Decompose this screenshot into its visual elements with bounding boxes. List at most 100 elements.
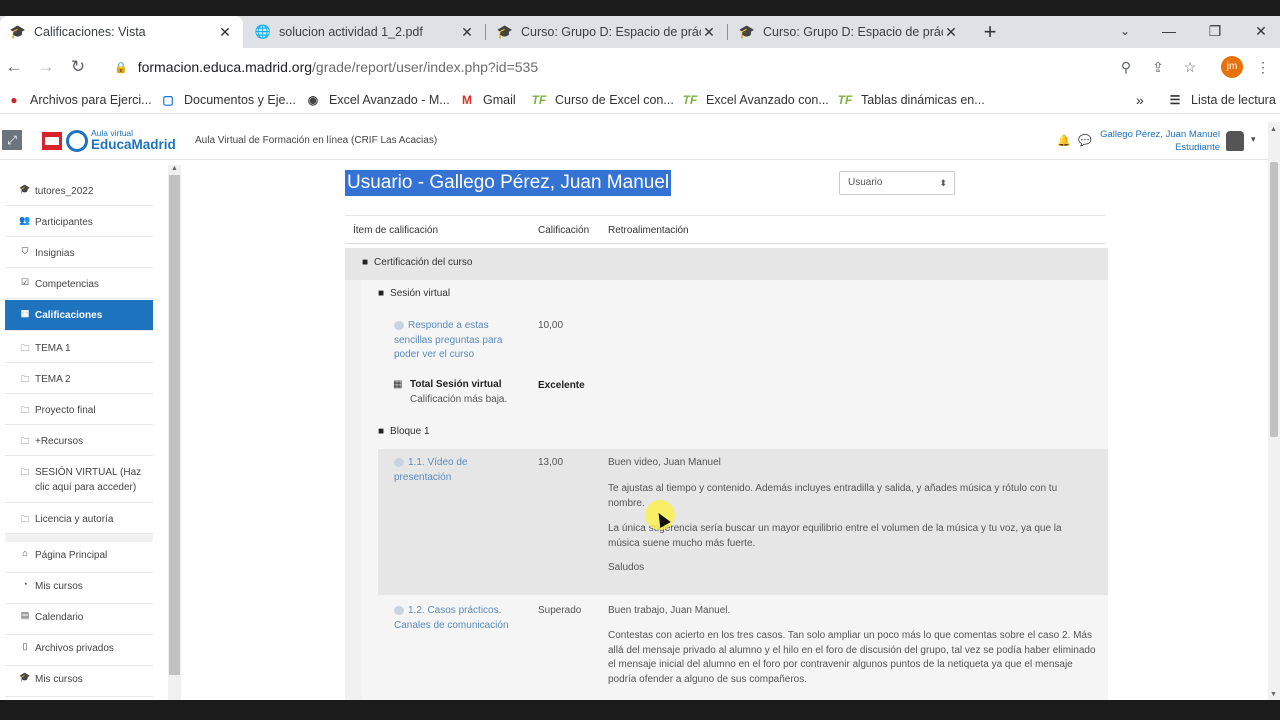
category-total-note: Calificación más baja. bbox=[410, 394, 508, 405]
column-header-item: Ítem de calificación bbox=[353, 225, 439, 236]
graduation-cap-icon: 🎓 bbox=[19, 184, 31, 194]
caret-down-icon[interactable]: ▾ bbox=[1251, 134, 1256, 145]
sidebar-item-label: TEMA 1 bbox=[35, 343, 71, 354]
bookmark-archivos[interactable]: ● Archivos para Ejerci... bbox=[6, 86, 151, 114]
sidebar-item-insignias[interactable]: ⛉ Insignias bbox=[5, 237, 153, 268]
file-icon: ▯ bbox=[22, 641, 28, 651]
close-window-button[interactable]: ✕ bbox=[1238, 16, 1280, 46]
bookmark-excel-avanzado[interactable]: ◉ Excel Avanzado - M... bbox=[305, 86, 450, 114]
sidebar-item-calendario[interactable]: ▤ Calendario bbox=[5, 604, 153, 635]
feedback-line: Buen video, Juan Manuel bbox=[608, 457, 721, 468]
bookmark-excel-avanzado-con[interactable]: TF Excel Avanzado con... bbox=[682, 86, 829, 114]
sidebar-item-sesion-virtual[interactable]: 🗀 SESIÓN VIRTUAL (Haz clic aquí para acc… bbox=[5, 456, 153, 503]
grade-item-link[interactable]: Responde a estas sencillas preguntas par… bbox=[394, 319, 519, 363]
sidebar-item-tema-1[interactable]: 🗀 TEMA 1 bbox=[5, 332, 153, 363]
globe-icon: ◉ bbox=[307, 93, 319, 107]
grade-item-link[interactable]: 1.1. Vídeo de presentación bbox=[394, 456, 504, 485]
more-bookmarks-button[interactable]: » bbox=[1136, 86, 1144, 114]
url-field[interactable]: 🔒 formacion.educa.madrid.org/grade/repor… bbox=[102, 53, 1152, 81]
share-icon[interactable]: ⇪ bbox=[1147, 56, 1169, 78]
sidebar-item-tutores[interactable]: 🎓 tutores_2022 bbox=[5, 175, 153, 206]
close-icon[interactable]: ✕ bbox=[459, 24, 475, 41]
bookmark-documentos[interactable]: ▢ Documentos y Eje... bbox=[160, 86, 296, 114]
user-avatar[interactable] bbox=[1226, 131, 1244, 151]
sidebar-item-proyecto-final[interactable]: 🗀 Proyecto final bbox=[5, 394, 153, 425]
feedback-line: Buen trabajo, Juan Manuel. bbox=[608, 605, 731, 616]
bookmark-curso-excel[interactable]: TF Curso de Excel con... bbox=[531, 86, 674, 114]
sidebar-divider bbox=[5, 534, 153, 542]
user-menu[interactable]: Gallego Pérez, Juan Manuel Estudiante bbox=[1100, 128, 1220, 154]
grade-item-link[interactable]: 1.2. Casos prácticos. Canales de comunic… bbox=[394, 604, 519, 633]
moodle-hat-icon: 🎓 bbox=[496, 24, 514, 39]
bell-icon[interactable]: 🔔 bbox=[1057, 134, 1071, 147]
view-select[interactable]: Usuario ⬍ bbox=[839, 171, 955, 195]
folder-icon: ■ bbox=[378, 288, 385, 299]
scroll-up-icon[interactable]: ▲ bbox=[171, 165, 178, 172]
minimize-button[interactable]: — bbox=[1146, 16, 1192, 46]
scrollbar-thumb[interactable] bbox=[169, 175, 180, 675]
sidebar-scrollbar[interactable]: ▲ bbox=[168, 165, 181, 700]
tab-calificaciones[interactable]: 🎓 Calificaciones: Vista ✕ bbox=[0, 16, 243, 48]
divider bbox=[345, 215, 1105, 216]
url-host: formacion.educa.madrid.org bbox=[137, 59, 313, 75]
users-icon: 👥 bbox=[19, 215, 31, 225]
close-icon[interactable]: ✕ bbox=[217, 24, 233, 41]
calendar-icon: ▤ bbox=[20, 610, 30, 620]
bookmark-label: Tablas dinámicas en... bbox=[861, 93, 985, 107]
category-header-sesion-virtual: ■ Sesión virtual bbox=[378, 288, 450, 299]
bookmark-gmail[interactable]: M Gmail bbox=[459, 86, 516, 114]
tab-search-icon[interactable]: ⌄ bbox=[1102, 16, 1148, 46]
course-sidebar: 🎓 tutores_2022 👥 Participantes ⛉ Insigni… bbox=[5, 175, 153, 700]
profile-avatar[interactable]: jm bbox=[1221, 56, 1243, 78]
list-icon: ☰ bbox=[1169, 93, 1181, 107]
close-icon[interactable]: ✕ bbox=[943, 24, 959, 41]
back-icon[interactable]: ← bbox=[0, 48, 28, 86]
logo-title[interactable]: EducaMadrid bbox=[91, 137, 176, 152]
sidebar-item-licencia[interactable]: 🗀 Licencia y autoría bbox=[5, 503, 153, 534]
drawer-toggle-icon[interactable]: ⤢ bbox=[2, 130, 22, 150]
category-name: Sesión virtual bbox=[390, 288, 451, 299]
page-scrollbar[interactable]: ▲ ▼ bbox=[1268, 122, 1280, 700]
sidebar-item-participantes[interactable]: 👥 Participantes bbox=[5, 206, 153, 237]
scroll-up-icon[interactable]: ▲ bbox=[1270, 126, 1277, 133]
site-name: Aula Virtual de Formación en línea (CRIF… bbox=[195, 135, 438, 146]
reading-list-button[interactable]: ☰ Lista de lectura bbox=[1167, 86, 1276, 114]
sidebar-item-competencias[interactable]: ☑ Competencias bbox=[5, 268, 153, 299]
task-icon bbox=[394, 605, 404, 615]
scroll-down-icon[interactable]: ▼ bbox=[1270, 691, 1277, 698]
scrollbar-thumb[interactable] bbox=[1270, 162, 1278, 437]
sidebar-item-tema-2[interactable]: 🗀 TEMA 2 bbox=[5, 363, 153, 394]
close-icon[interactable]: ✕ bbox=[701, 24, 717, 41]
sidebar-item-mis-cursos[interactable]: ◔ Mis cursos bbox=[5, 573, 153, 604]
sidebar-item-mis-cursos-2[interactable]: 🎓 Mis cursos bbox=[5, 666, 153, 697]
restore-button[interactable]: ❐ bbox=[1192, 16, 1238, 46]
star-icon[interactable]: ☆ bbox=[1179, 56, 1201, 78]
tab-bar: 🎓 Calificaciones: Vista ✕ 🌐 solucion act… bbox=[0, 16, 1280, 48]
tab-curso-1[interactable]: 🎓 Curso: Grupo D: Espacio de práct ✕ bbox=[487, 16, 727, 48]
sidebar-item-label: Página Principal bbox=[35, 550, 108, 561]
tab-curso-2[interactable]: 🎓 Curso: Grupo D: Espacio de práct ✕ bbox=[729, 16, 969, 48]
sidebar-item-label: +Recursos bbox=[35, 436, 84, 447]
course-category-header: ■ Certificación del curso bbox=[362, 257, 472, 268]
page-title: Usuario - Gallego Pérez, Juan Manuel bbox=[345, 170, 672, 196]
table-icon: ▦ bbox=[20, 308, 30, 318]
sidebar-item-calificaciones[interactable]: ▦ Calificaciones bbox=[5, 300, 153, 331]
view-select-value: Usuario bbox=[848, 177, 883, 188]
grade-item-name: 1.1. Vídeo de presentación bbox=[394, 457, 468, 483]
folder-icon: 🗀 bbox=[20, 467, 30, 477]
menu-dots-icon[interactable]: ⋮ bbox=[1252, 56, 1274, 78]
sidebar-item-recursos[interactable]: 🗀 +Recursos bbox=[5, 425, 153, 456]
chat-icon[interactable]: 💬 bbox=[1078, 134, 1092, 147]
zoom-icon[interactable]: ⚲ bbox=[1115, 56, 1137, 78]
sidebar-item-label: Mis cursos bbox=[35, 581, 83, 592]
doc-icon: ▢ bbox=[162, 93, 174, 107]
sidebar-item-archivos-privados[interactable]: ▯ Archivos privados bbox=[5, 635, 153, 666]
tab-pdf[interactable]: 🌐 solucion actividad 1_2.pdf ✕ bbox=[245, 16, 485, 48]
category-header-bloque-1: ■ Bloque 1 bbox=[378, 426, 430, 437]
sidebar-item-pagina-principal[interactable]: ⌂ Página Principal bbox=[5, 542, 153, 573]
reload-icon[interactable]: ↻ bbox=[64, 48, 92, 86]
new-tab-button[interactable]: + bbox=[978, 16, 1002, 48]
grade-item-name: Responde a estas sencillas preguntas par… bbox=[394, 320, 503, 360]
forward-icon[interactable]: → bbox=[32, 48, 60, 86]
bookmark-tablas[interactable]: TF Tablas dinámicas en... bbox=[837, 86, 985, 114]
